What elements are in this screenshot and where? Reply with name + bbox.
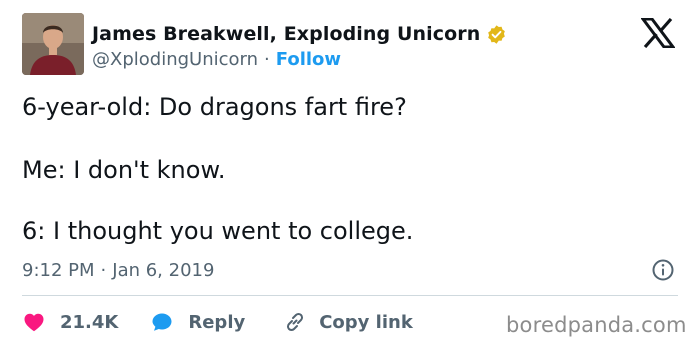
copy-link-button[interactable]: Copy link — [283, 310, 413, 334]
tweet-text-line: 6-year-old: Do dragons fart fire? — [22, 93, 407, 121]
tweet-text-line: 6: I thought you went to college. — [22, 217, 414, 245]
author-name[interactable]: James Breakwell, Exploding Unicorn — [92, 23, 480, 45]
info-icon[interactable] — [651, 258, 675, 282]
like-button[interactable]: 21.4K — [22, 310, 118, 334]
tweet-actions: 21.4K Reply Copy link — [22, 309, 413, 335]
heart-icon — [24, 313, 44, 332]
reply-label: Reply — [188, 311, 246, 333]
tweet-text-line: Me: I don't know. — [22, 156, 226, 184]
tweet-date: Jan 6, 2019 — [112, 259, 215, 281]
reply-bubble-icon — [152, 313, 172, 331]
watermark: boredpanda.com — [506, 313, 687, 337]
author-handle[interactable]: @XplodingUnicorn — [92, 49, 258, 70]
tweet-timestamp[interactable]: 9:12 PM · Jan 6, 2019 — [22, 258, 214, 282]
author-handle-row: @XplodingUnicorn · Follow — [92, 48, 341, 70]
tweet-time: 9:12 PM — [22, 259, 95, 281]
avatar[interactable] — [22, 13, 84, 75]
x-logo-icon[interactable] — [641, 18, 675, 48]
avatar-photo — [22, 13, 84, 75]
like-count: 21.4K — [60, 311, 119, 333]
author-name-row: James Breakwell, Exploding Unicorn — [92, 22, 507, 46]
link-icon — [287, 312, 304, 332]
divider — [22, 295, 678, 296]
verified-badge-icon — [488, 24, 506, 44]
follow-button[interactable]: Follow — [276, 49, 341, 70]
separator-dot: · — [264, 48, 270, 70]
copy-link-label: Copy link — [319, 311, 413, 333]
separator-dot: · — [100, 259, 107, 281]
reply-button[interactable]: Reply — [150, 310, 245, 334]
